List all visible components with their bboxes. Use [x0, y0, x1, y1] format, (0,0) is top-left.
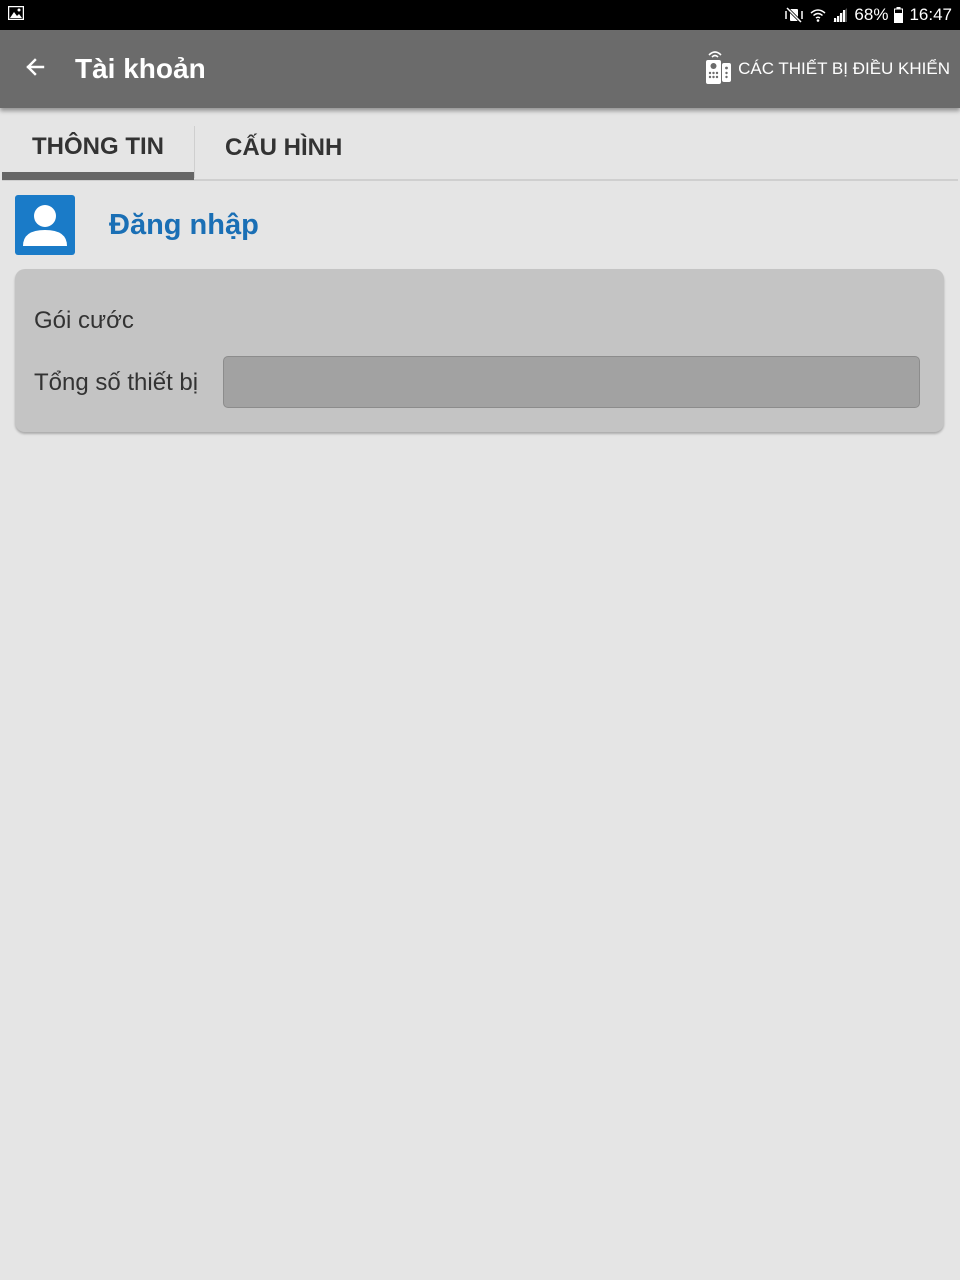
status-bar: 68% 16:47	[0, 0, 960, 30]
device-total-label: Tổng số thiết bị	[34, 369, 199, 396]
signal-icon	[832, 7, 848, 23]
page-title: Tài khoản	[75, 53, 206, 84]
picture-icon	[7, 5, 25, 25]
battery-icon	[894, 7, 904, 23]
tab-bar: THÔNG TIN CẤU HÌNH	[2, 116, 958, 181]
account-info-card: Gói cước Tổng số thiết bị	[15, 269, 944, 432]
tab-info[interactable]: THÔNG TIN	[2, 116, 194, 180]
back-button[interactable]	[0, 30, 70, 108]
package-label: Gói cước	[34, 307, 134, 334]
status-time: 16:47	[909, 5, 952, 24]
remote-control-icon	[704, 49, 732, 90]
arrow-left-icon	[23, 55, 47, 84]
remote-devices-button[interactable]: CÁC THIẾT BỊ ĐIỀU KHIỂN	[704, 49, 960, 90]
device-total-field	[223, 356, 920, 408]
login-link[interactable]: Đăng nhập	[109, 209, 259, 242]
tab-settings[interactable]: CẤU HÌNH	[195, 116, 372, 180]
mute-vibrate-icon	[784, 7, 804, 23]
battery-percent: 68%	[854, 5, 889, 24]
app-bar: Tài khoản CÁC THIẾT BỊ ĐIỀU KHIỂN	[0, 30, 960, 108]
remote-devices-label: CÁC THIẾT BỊ ĐIỀU KHIỂN	[738, 59, 950, 78]
wifi-icon	[810, 7, 826, 23]
login-row[interactable]: Đăng nhập	[15, 195, 259, 255]
user-avatar-icon	[15, 195, 75, 255]
